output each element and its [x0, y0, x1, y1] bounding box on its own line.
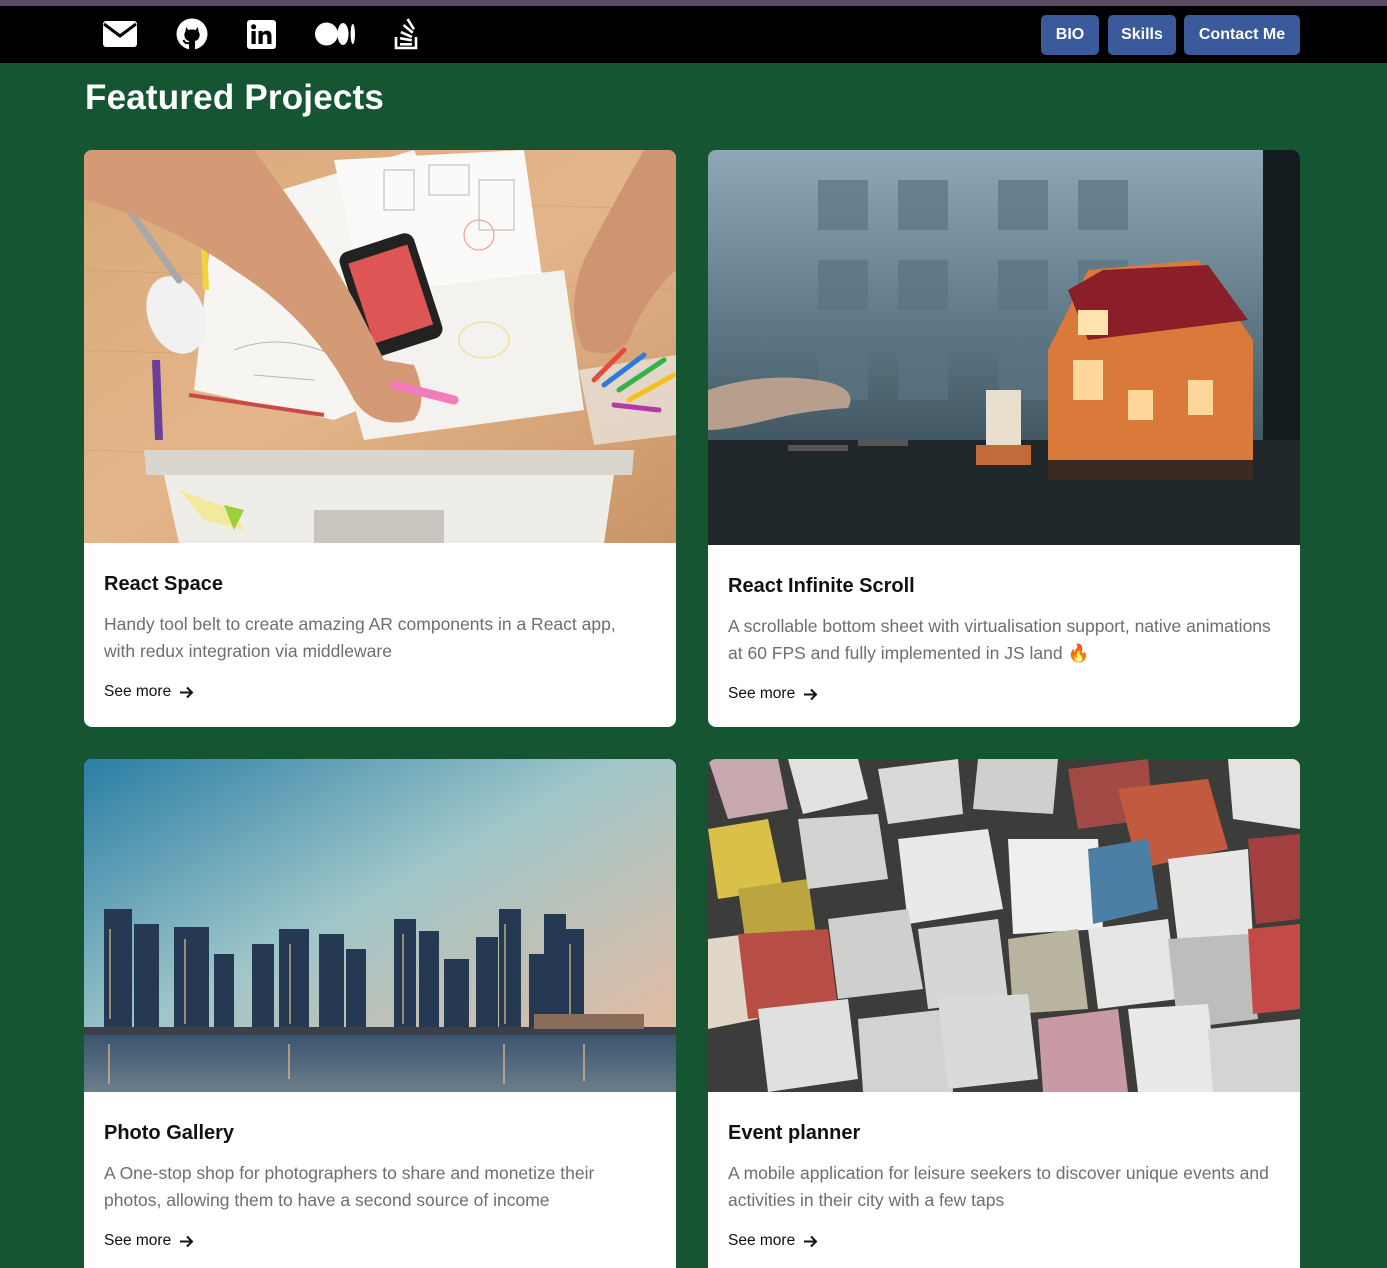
bio-button[interactable]: BIO	[1041, 15, 1099, 55]
mail-icon[interactable]	[103, 18, 137, 50]
arrow-right-icon	[180, 686, 194, 698]
contact-me-button[interactable]: Contact Me	[1184, 15, 1300, 55]
arrow-right-icon	[804, 688, 818, 700]
github-icon[interactable]	[175, 18, 208, 50]
colored-stones-photo	[708, 759, 1300, 1092]
project-title: React Infinite Scroll	[728, 575, 915, 597]
project-card-event-planner: Event planner A mobile application for l…	[708, 759, 1300, 1268]
see-more-link[interactable]: See more	[104, 683, 194, 701]
see-more-label: See more	[104, 1232, 172, 1249]
medium-icon[interactable]	[314, 18, 356, 50]
see-more-label: See more	[728, 1232, 796, 1249]
see-more-link[interactable]: See more	[728, 1232, 818, 1250]
project-card-react-space: React Space Handy tool belt to create am…	[84, 150, 676, 727]
linkedin-icon[interactable]	[246, 18, 276, 50]
skills-button[interactable]: Skills	[1108, 15, 1176, 55]
project-description: A One-stop shop for photographers to sha…	[104, 1163, 595, 1210]
dollhouse-photo	[708, 150, 1300, 545]
see-more-label: See more	[728, 685, 796, 702]
see-more-link[interactable]: See more	[728, 685, 818, 703]
project-title: Event planner	[728, 1122, 861, 1144]
arrow-right-icon	[180, 1235, 194, 1247]
project-description: Handy tool belt to create amazing AR com…	[104, 614, 616, 661]
project-description: A scrollable bottom sheet with virtualis…	[728, 616, 1271, 663]
section-title: Featured Projects	[85, 78, 385, 117]
see-more-link[interactable]: See more	[104, 1232, 194, 1250]
stackoverflow-icon[interactable]	[394, 18, 420, 50]
project-title: React Space	[104, 573, 223, 595]
project-card-react-infinite-scroll: React Infinite Scroll A scrollable botto…	[708, 150, 1300, 727]
arrow-right-icon	[804, 1235, 818, 1247]
project-card-photo-gallery: Photo Gallery A One-stop shop for photog…	[84, 759, 676, 1268]
see-more-label: See more	[104, 683, 172, 700]
city-skyline-photo	[84, 759, 676, 1092]
navbar: BIO Skills Contact Me	[0, 6, 1387, 63]
project-title: Photo Gallery	[104, 1122, 235, 1144]
desk-workspace-photo	[84, 150, 676, 543]
project-description: A mobile application for leisure seekers…	[728, 1163, 1269, 1210]
